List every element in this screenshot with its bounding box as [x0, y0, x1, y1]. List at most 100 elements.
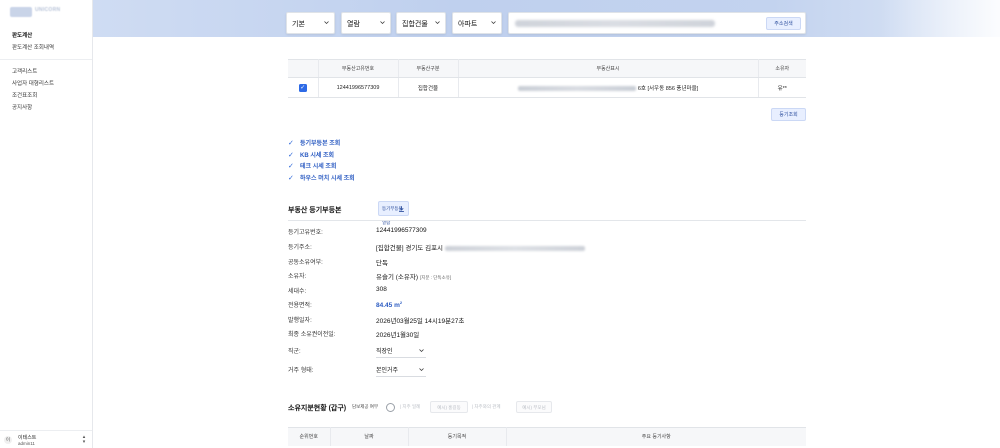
check-icon: ✓ [288, 140, 294, 147]
field-key: 공동소유여부: [288, 260, 323, 266]
relation-input[interactable]: 예시) 부모님 [516, 401, 552, 413]
field-row: 최종 소유권이전일: 2026년1월30일 [288, 326, 806, 341]
collateral-radio[interactable] [386, 403, 395, 412]
blurred-address [445, 245, 586, 251]
field-row: 발행일자: 2026년03월25일 14시19분27초 [288, 312, 806, 327]
field-value-area: 84.45 m2 [376, 300, 403, 310]
address-search-button[interactable]: 주소검색 [766, 17, 801, 30]
address-suffix: 6호 [서우동 856 풍년마을] [637, 85, 699, 92]
select-property-type[interactable]: 아파트 [452, 12, 502, 34]
col-header-date: 날짜 [330, 427, 409, 446]
select-label: 아파트 [458, 21, 478, 28]
select-label: 집합건물 [402, 21, 428, 28]
sidebar-item-customer-list[interactable]: 고객리스트 [0, 66, 92, 78]
col-header-address: 부동산표시 [458, 59, 759, 78]
chevron-down-icon [435, 21, 440, 25]
select-label: 본인거주 [376, 368, 399, 374]
view-registry-button[interactable]: 등기부등본 열람 [378, 201, 409, 225]
cell-id: 12441996577309 [318, 77, 399, 98]
sidebar-item-pando-history[interactable]: 판도계산 조회내역 [0, 42, 92, 54]
field-row: 세대수: 308 [288, 283, 806, 298]
lookup-checklist: ✓ 등기부등본 조회 ✓ KB 시세 조회 ✓ 테크 시세 조회 ✓ 하우스 머치 시세… [288, 138, 355, 184]
field-value-address: [집합건물] 경기도 김포시 [376, 242, 586, 252]
row-checkbox[interactable]: ✓ [298, 83, 307, 92]
col-header-details: 주요 등기사항 [506, 427, 806, 446]
field-row: 공동소유여부: 단독 [288, 254, 806, 269]
blurred-address-text [515, 20, 715, 27]
field-row-job: 직군: 직장인 [288, 343, 806, 358]
select-building-type[interactable]: 집합건물 [396, 12, 446, 34]
field-key: 거주 형태: [288, 368, 314, 374]
field-row-residence: 거주 형태: 본인거주 [288, 362, 806, 377]
select-view[interactable]: 열람 [341, 12, 391, 34]
check-icon: ✓ [288, 151, 294, 159]
check-icon: ✓ [288, 174, 294, 182]
field-row: 등기주소: [집합건물] 경기도 김포시 [288, 239, 806, 254]
select-basic[interactable]: 기본 [286, 12, 335, 34]
sidebar-item-notice[interactable]: 공지사항 [0, 102, 92, 114]
table-header-row: 순위번호 날짜 등기목적 주요 등기사항 [288, 427, 806, 446]
collateral-option-label: 담보제공 여부 [352, 404, 379, 409]
sidebar-nav-top: 판도계산 판도계산 조회내역 고객리스트 사업자 대형리스트 조건표조회 공지사… [0, 30, 92, 114]
field-value: 308 [376, 286, 387, 293]
section-divider [288, 220, 806, 221]
field-key: 세대수: [288, 289, 307, 295]
blurred-address [517, 85, 636, 91]
address-search-box[interactable]: 주소검색 [508, 12, 806, 34]
sidebar-divider [0, 59, 92, 60]
col-header-check [288, 59, 319, 78]
sidebar-item-business-list[interactable]: 사업자 대형리스트 [0, 78, 92, 90]
field-value: 2026년03월25일 14시19분27초 [376, 318, 465, 325]
faded-label: | 차주와의 관계 [472, 404, 501, 409]
cell-type: 집합건물 [398, 77, 459, 98]
faded-label: | 지주 일례 [400, 404, 421, 409]
cell-owner: 유** [758, 77, 806, 98]
field-key: 전용면적: [288, 303, 312, 309]
col-header-purpose: 등기목적 [408, 427, 507, 446]
brand-logo[interactable]: UNICORN [10, 6, 80, 20]
avatar: 이 [4, 436, 12, 444]
ownership-table: 순위번호 날짜 등기목적 주요 등기사항 [288, 427, 806, 446]
select-label: 직장인 [376, 349, 393, 355]
user-name: 이테스트 [18, 435, 37, 441]
chevron-down-icon [491, 21, 496, 25]
sidebar-item-condition-table[interactable]: 조건표조회 [0, 90, 92, 102]
field-key: 소유자: [288, 274, 307, 280]
chevron-updown-icon[interactable]: ▴ ▾ [81, 435, 87, 445]
checklist-item[interactable]: ✓ KB 시세 조회 [288, 150, 355, 162]
user-menu[interactable]: 이 이테스트 admin11 ▴ ▾ [0, 430, 92, 448]
sidebar-item-pando-calc[interactable]: 판도계산 [0, 30, 92, 42]
chevron-down-icon [324, 21, 329, 25]
checklist-item[interactable]: ✓ 등기부등본 조회 [288, 138, 355, 150]
result-table: 부동산고유번호 부동산구분 부동산표시 소유자 ✓ 12441996577309… [288, 59, 806, 98]
checklist-item[interactable]: ✓ 테크 시세 조회 [288, 161, 355, 173]
borrower-name-input[interactable]: 예시) 홍길동 [430, 401, 468, 413]
logo-text: UNICORN [35, 7, 61, 13]
user-id: admin11 [18, 441, 35, 446]
select-label: 열람 [347, 21, 360, 28]
field-key: 최종 소유권이전일: [288, 332, 336, 338]
col-header-owner: 소유자 [758, 59, 806, 78]
chevron-down-icon [419, 349, 424, 353]
cell-address: 6호 [서우동 856 풍년마을] [458, 77, 759, 98]
field-row: 소유자: 유슬기 (소유자) [지분 : 단독소유] [288, 268, 806, 283]
download-icon [399, 206, 404, 212]
field-key: 발행일자: [288, 318, 312, 324]
col-header-rank: 순위번호 [288, 427, 331, 446]
field-value: 2026년1월30일 [376, 332, 420, 339]
field-key: 직군: [288, 349, 301, 355]
field-value-owner: 유슬기 (소유자) [지분 : 단독소유] [376, 274, 452, 281]
residence-select[interactable]: 본인거주 [376, 362, 426, 377]
sidebar: UNICORN 판도계산 판도계산 조회내역 고객리스트 사업자 대형리스트 조… [0, 0, 93, 448]
logo-mark [10, 7, 32, 17]
field-value: 12441996577309 [376, 227, 427, 234]
field-row: 전용면적: 84.45 m2 [288, 297, 806, 312]
field-value: 단독 [376, 260, 388, 267]
registry-lookup-button[interactable]: 등기조회 [771, 108, 806, 121]
table-header-row: 부동산고유번호 부동산구분 부동산표시 소유자 [288, 59, 806, 78]
chevron-down-icon [380, 21, 385, 25]
table-row[interactable]: ✓ 12441996577309 집합건물 6호 [서우동 856 풍년마을] … [288, 77, 806, 98]
job-select[interactable]: 직장인 [376, 343, 426, 358]
checklist-item[interactable]: ✓ 하우스 머치 시세 조회 [288, 173, 355, 185]
ownership-title: 소유지분현황 (갑구) [288, 405, 347, 412]
